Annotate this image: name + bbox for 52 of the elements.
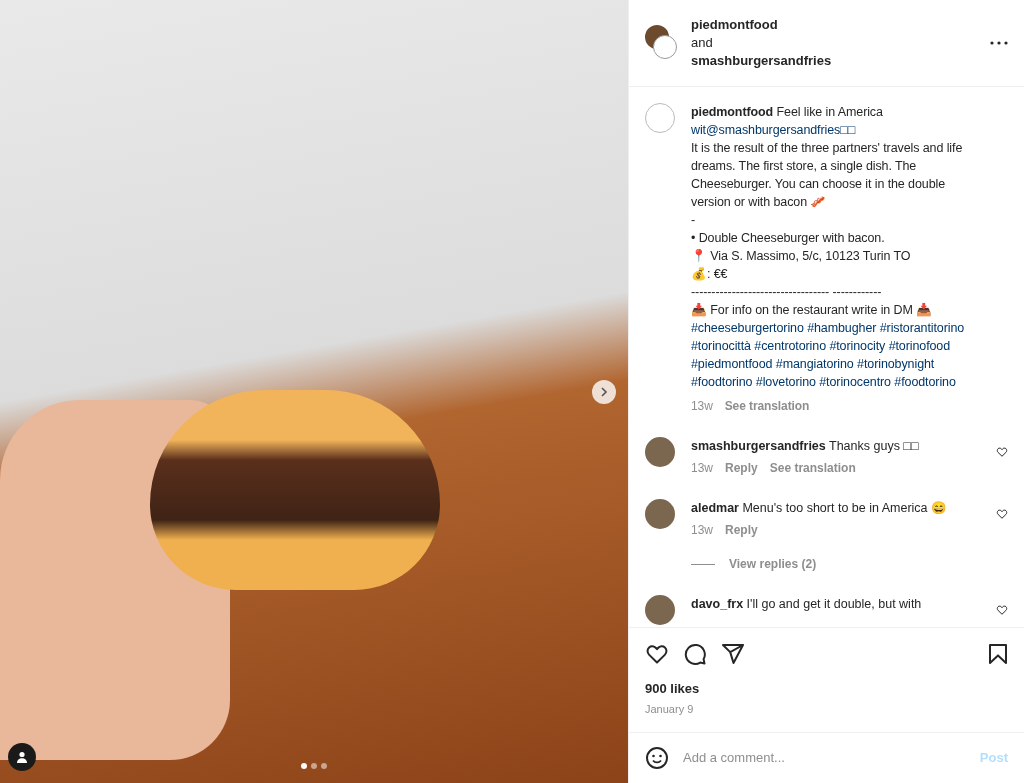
post-time: 13w [691,398,713,415]
hashtag-link[interactable]: #hambugher [807,321,877,335]
caption-line: ---------------------------------- ------------ [691,284,883,301]
chevron-right-icon [599,387,609,397]
caption-line: It is the result of the three partners' travels and life dreams. The first store, a single dish. The Cheeseburger. You can choose it in the double version or with bacon 🥓 [691,140,964,211]
caption-text: piedmontfood Feel like in America [691,104,884,121]
comment-time: 13w [691,522,713,539]
like-icon[interactable] [645,642,669,666]
caption-line: 📍 Via S. Massimo, 5/c, 10123 Turin TO [691,248,912,265]
hashtag-link[interactable]: #ristorantitorino [879,321,965,335]
post-date: January 9 [645,702,695,717]
hashtag-link[interactable]: #mangiatorino [775,357,854,371]
hashtag-link[interactable]: #lovetorino [755,375,816,389]
caption-line: 💰: €€ [691,266,729,283]
avatar[interactable] [645,499,675,529]
hashtag-link[interactable]: #torinocentro [819,375,891,389]
like-icon[interactable] [996,446,1008,458]
avatar[interactable] [645,437,675,467]
comment-time: 13w [691,460,713,477]
hashtag-link[interactable]: #torinocity [829,339,886,353]
caption-line: • Double Cheeseburger with bacon. [691,230,886,247]
carousel-dot[interactable] [311,763,317,769]
comment-text: davo_frx I'll go and get it double, but with [691,596,923,613]
like-icon[interactable] [996,508,1008,520]
hashtag-link[interactable]: #foodtorino [691,375,753,389]
share-icon[interactable] [721,642,745,666]
hashtag-link[interactable]: #cheeseburgertorino [691,321,804,335]
username-link[interactable]: smashburgersandfries [691,52,976,70]
likes-count[interactable]: 900 likes [645,680,1010,698]
user-icon [16,751,28,763]
caption-line: - [691,212,697,229]
more-options-icon[interactable] [990,41,1008,45]
hashtag-link[interactable]: #centrotorino [754,339,826,353]
comment-text: aledmar Menu's too short to be in America 😄 [691,500,949,517]
avatar[interactable] [645,595,675,625]
like-icon[interactable] [996,604,1008,616]
hashtag-link[interactable]: #piedmontfood [691,357,773,371]
hashtag-link[interactable]: #torinofood [888,339,951,353]
hashtag-link[interactable]: #foodtorino [894,375,956,389]
username-link[interactable]: piedmontfood [691,16,976,34]
bookmark-icon[interactable] [986,642,1010,666]
mention-link[interactable]: wit@smashburgersandfries□□ [691,123,856,137]
hashtag-link[interactable]: #torinobynight [857,357,935,371]
comment-icon[interactable] [683,642,707,666]
emoji-icon[interactable] [645,746,669,770]
comment-text: smashburgersandfries Thanks guys □□ [691,438,920,455]
carousel-dot[interactable] [321,763,327,769]
avatar[interactable] [653,35,677,59]
hashtag-link[interactable]: #torinocittà [691,339,751,353]
caption-line: 📥 For info on the restaurant write in DM 📥 [691,302,934,319]
carousel-dot[interactable] [301,763,307,769]
joiner-text: and [691,34,714,52]
